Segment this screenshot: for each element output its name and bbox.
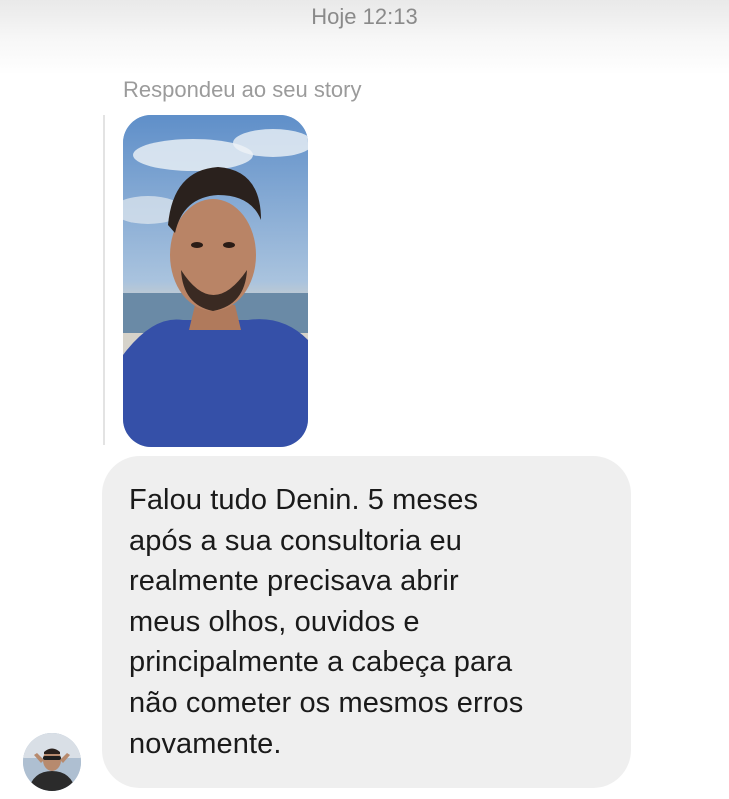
message-text: Falou tudo Denin. 5 meses após a sua con… <box>129 484 524 760</box>
story-photo-icon <box>123 115 308 447</box>
sender-avatar[interactable] <box>23 733 81 791</box>
message-bubble[interactable]: Falou tudo Denin. 5 meses após a sua con… <box>102 456 631 788</box>
message-timestamp: Hoje 12:13 <box>311 4 418 29</box>
reply-indicator-line <box>103 115 105 445</box>
story-reply-label: Respondeu ao seu story <box>123 77 362 102</box>
story-thumbnail[interactable] <box>123 115 308 447</box>
profile-photo-icon <box>23 733 81 791</box>
chat-screen: Hoje 12:13 Respondeu ao seu story Falou … <box>0 0 729 799</box>
